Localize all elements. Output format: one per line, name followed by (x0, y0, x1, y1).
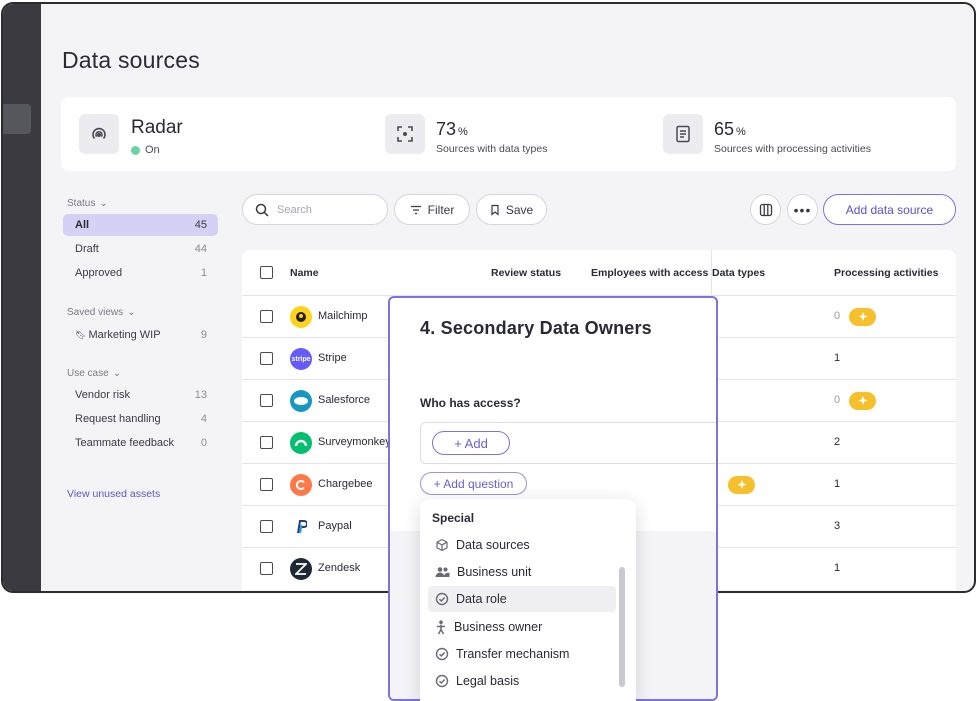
chargebee-logo-icon (290, 474, 312, 496)
panel-title: 4. Secondary Data Owners (420, 318, 652, 338)
menu-item-transfer-mechanism[interactable]: Transfer mechanism (428, 641, 616, 667)
sparkle-icon[interactable] (849, 392, 876, 410)
sidebar-item-vendor-risk[interactable]: Vendor risk 13 (63, 384, 218, 406)
radar-icon (79, 114, 119, 154)
radar-status: On (131, 144, 160, 156)
bookmark-icon (491, 204, 499, 216)
row-checkbox[interactable] (260, 310, 273, 323)
use-case-heading[interactable]: Use case ⌄ (67, 368, 121, 379)
menu-item-data-sources[interactable]: Data sources (428, 532, 616, 558)
row-name: Mailchimp (318, 310, 368, 322)
chevron-down-icon: ⌄ (112, 368, 122, 379)
status-heading[interactable]: Status ⌄ (67, 198, 108, 209)
row-processing: 1 (834, 478, 841, 490)
rail-tab[interactable] (3, 104, 31, 134)
chevron-down-icon: ⌄ (127, 307, 136, 318)
add-data-source-button[interactable]: Add data source (823, 194, 956, 225)
columns-icon (759, 203, 772, 216)
menu-heading: Special (432, 511, 475, 525)
add-answer-button[interactable]: + Add (432, 431, 510, 455)
sidebar-item-teammate-feedback[interactable]: Teammate feedback 0 (63, 432, 218, 454)
question-label: Who has access? (420, 396, 521, 410)
row-checkbox[interactable] (260, 352, 273, 365)
bookmark-icon: 🔖︎ (75, 329, 87, 340)
filter-icon (410, 205, 421, 214)
col-processing[interactable]: Processing activities (834, 267, 938, 279)
menu-scrollbar[interactable] (619, 567, 625, 687)
data-types-value: 73% (436, 119, 468, 139)
menu-item-data-role[interactable]: Data role (428, 586, 616, 612)
sidebar-item-request-handling[interactable]: Request handling 4 (63, 408, 218, 430)
row-checkbox[interactable] (260, 436, 273, 449)
row-name: Zendesk (318, 562, 361, 574)
data-types-label: Sources with data types (436, 143, 548, 155)
sparkle-icon[interactable] (728, 476, 755, 494)
row-processing: 1 (834, 352, 841, 364)
menu-item-business-unit[interactable]: Business unit (428, 559, 616, 585)
columns-button[interactable] (750, 194, 781, 225)
row-checkbox[interactable] (260, 520, 273, 533)
col-employees[interactable]: Employees with access (591, 267, 708, 279)
menu-item-business-owner[interactable]: Business owner (428, 614, 616, 640)
sidebar-item-all[interactable]: All 45 (63, 214, 218, 236)
radar-status-text: On (145, 144, 160, 156)
table-header: Name Review status Employees with access… (242, 250, 956, 296)
row-name: Chargebee (318, 478, 373, 490)
sidebar-item-approved[interactable]: Approved 1 (63, 262, 218, 284)
view-unused-assets-link[interactable]: View unused assets (67, 488, 160, 500)
left-rail (3, 4, 41, 591)
people-icon (435, 567, 450, 577)
row-checkbox[interactable] (260, 562, 273, 575)
search-icon (255, 203, 269, 217)
row-processing: 0 (834, 310, 841, 322)
zendesk-logo-icon (290, 558, 312, 580)
cube-icon (436, 538, 448, 552)
question-type-menu: Special Data sources Business unit Data … (420, 499, 636, 701)
more-button[interactable]: ••• (787, 194, 818, 225)
col-name[interactable]: Name (290, 267, 319, 279)
row-processing: 2 (834, 436, 841, 448)
stripe-logo-icon: stripe (290, 348, 312, 370)
check-circle-icon (435, 592, 449, 606)
search-placeholder: Search (277, 203, 312, 216)
row-processing: 0 (834, 394, 841, 406)
status-dot (131, 145, 140, 155)
select-all-checkbox[interactable] (260, 266, 273, 279)
sidebar-item-marketing-wip[interactable]: 🔖︎ Marketing WIP 9 (63, 324, 218, 346)
row-name: Surveymonkey (318, 436, 391, 448)
more-icon: ••• (793, 201, 812, 218)
paypal-logo-icon (290, 516, 312, 538)
row-checkbox[interactable] (260, 478, 273, 491)
page-title: Data sources (62, 47, 200, 73)
filter-button[interactable]: Filter (394, 194, 470, 225)
surveymonkey-logo-icon (290, 432, 312, 454)
saved-views-heading[interactable]: Saved views ⌄ (67, 307, 136, 318)
col-review-status[interactable]: Review status (491, 267, 561, 279)
radar-name: Radar (131, 117, 183, 138)
row-name: Salesforce (318, 394, 370, 406)
row-processing: 3 (834, 520, 841, 532)
search-input[interactable]: Search (242, 194, 388, 225)
processing-label: Sources with processing activities (714, 143, 871, 155)
col-data-types[interactable]: Data types (712, 267, 765, 279)
add-question-button[interactable]: + Add question (420, 472, 527, 495)
row-checkbox[interactable] (260, 394, 273, 407)
person-icon (437, 619, 445, 634)
row-name: Stripe (318, 352, 347, 364)
stats-card: Radar On 73% Sources with data types 65%… (61, 97, 956, 171)
save-button[interactable]: Save (476, 194, 547, 225)
check-circle-icon (435, 647, 449, 661)
menu-item-legal-basis[interactable]: Legal basis (428, 668, 616, 694)
document-icon (663, 114, 703, 154)
row-processing: 1 (834, 562, 841, 574)
sparkle-icon[interactable] (849, 308, 876, 326)
processing-value: 65% (714, 119, 746, 139)
scan-icon (385, 114, 425, 154)
sidebar-item-draft[interactable]: Draft 44 (63, 238, 218, 260)
row-name: Paypal (318, 520, 352, 532)
mailchimp-logo-icon (290, 306, 312, 328)
salesforce-logo-icon (290, 390, 312, 412)
check-circle-icon (435, 674, 449, 688)
chevron-down-icon: ⌄ (99, 198, 108, 209)
